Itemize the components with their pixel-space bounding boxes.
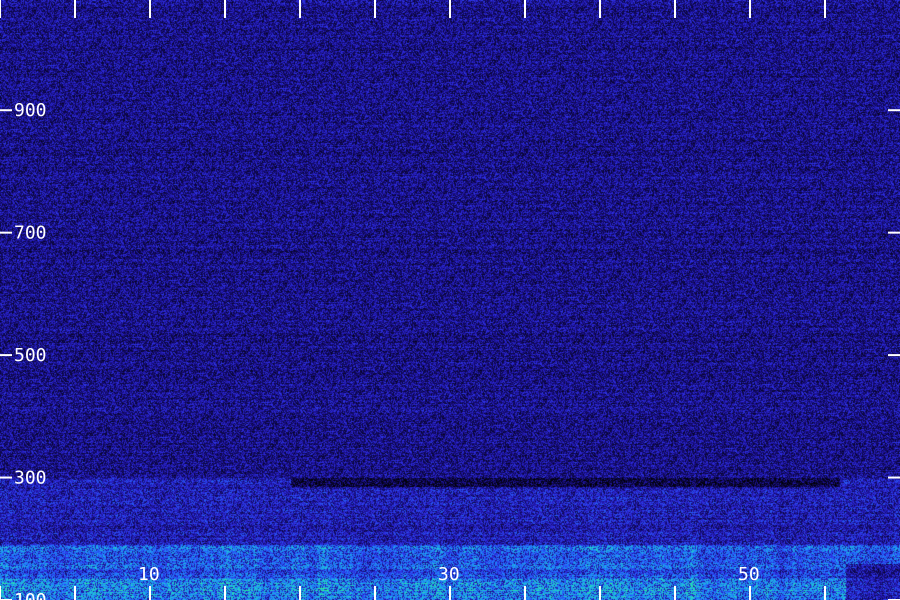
y-tick-label: 100 xyxy=(14,590,47,600)
x-tick-label: 50 xyxy=(738,564,760,585)
axis-overlay: 10 30 50 100 300 500 700 900 xyxy=(0,0,900,600)
x-tick-label: 30 xyxy=(438,564,460,585)
y-tick-label: 300 xyxy=(14,468,47,489)
y-tick-label: 900 xyxy=(14,100,47,121)
x-tick-label: 10 xyxy=(138,564,160,585)
y-tick-label: 500 xyxy=(14,345,47,366)
y-tick-label: 700 xyxy=(14,223,47,244)
